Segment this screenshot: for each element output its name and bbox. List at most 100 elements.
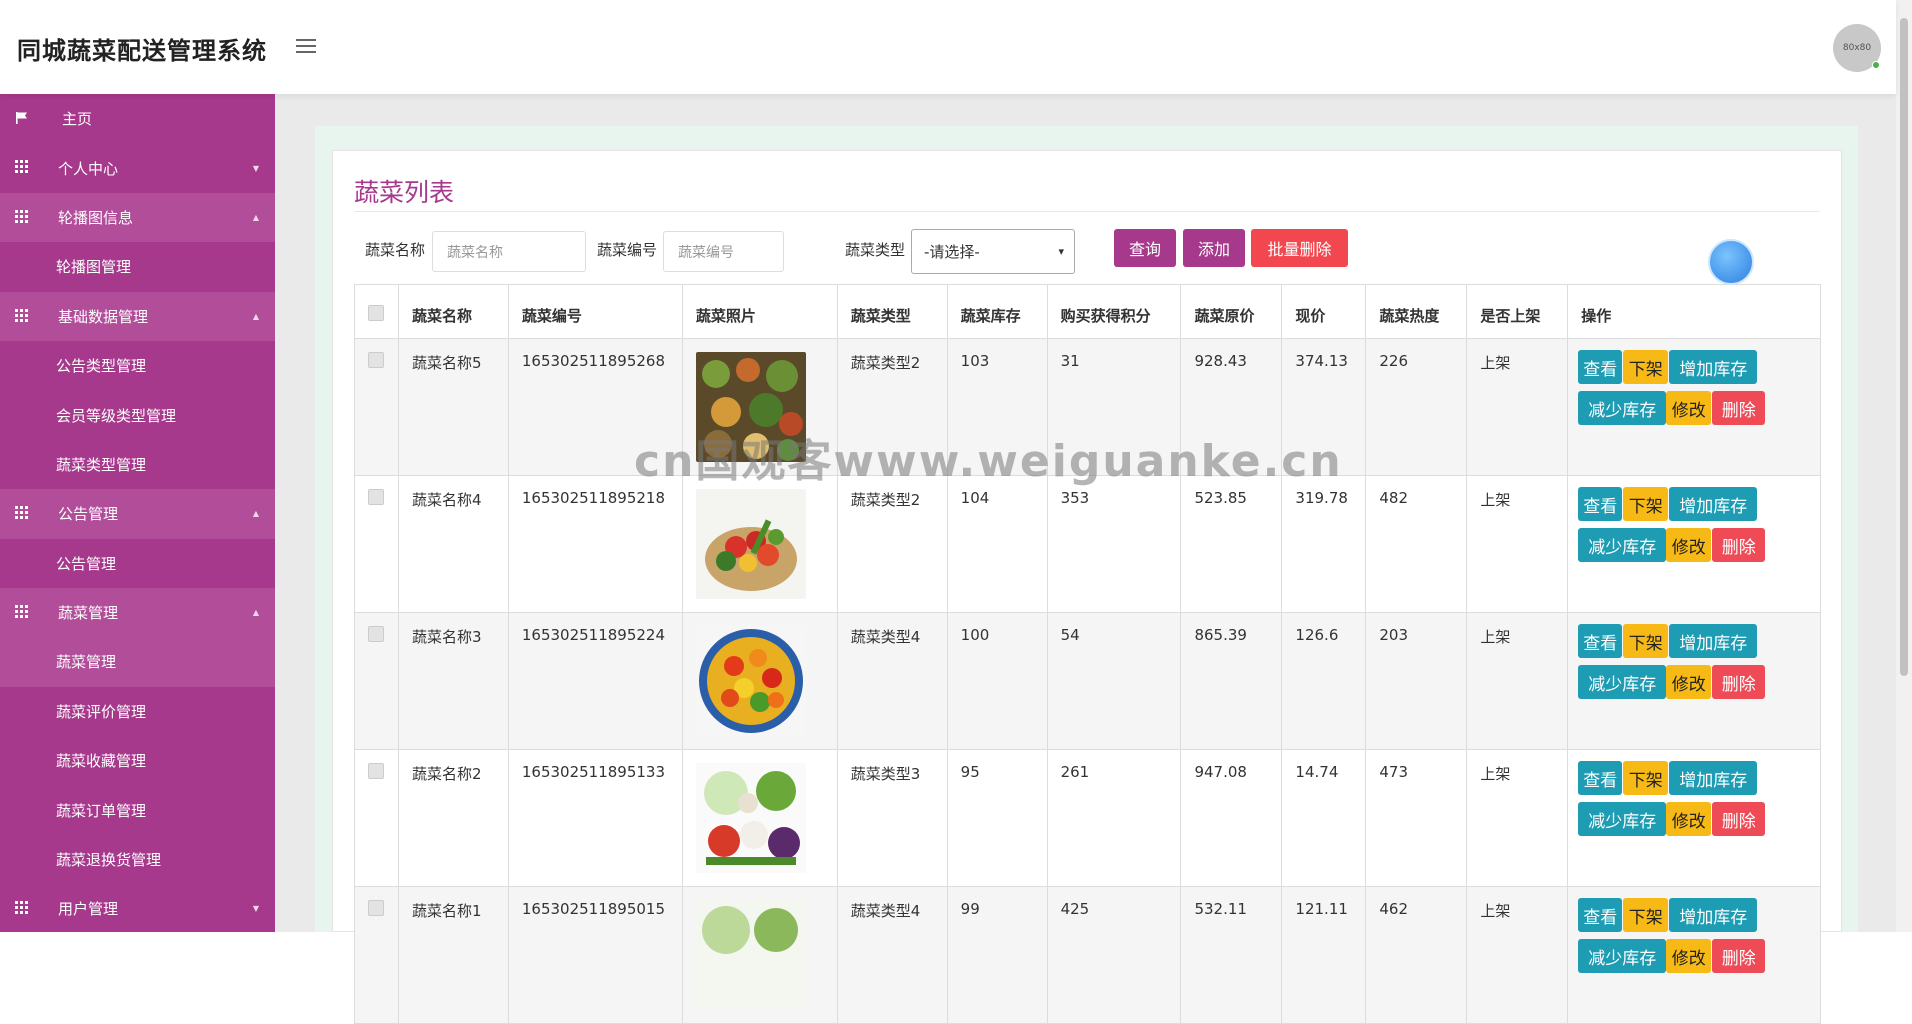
popularity: 203 — [1365, 612, 1468, 750]
avatar[interactable]: 80x80 — [1833, 24, 1881, 72]
sidebar-group-0[interactable]: 主页 — [0, 94, 275, 144]
actions-cell: 查看 下架 增加库存 减少库存 修改 删除 — [1567, 612, 1821, 750]
sidebar-item-14[interactable]: 蔬菜订单管理 — [0, 785, 275, 834]
edit-button[interactable]: 修改 — [1666, 802, 1712, 836]
page-scrollbar[interactable] — [1896, 0, 1912, 932]
menu-toggle-icon[interactable] — [296, 39, 316, 55]
peppers-bowl-photo — [695, 626, 837, 740]
sidebar-item-9[interactable]: 公告管理 — [0, 539, 275, 588]
vegetable-photo-cell — [681, 886, 838, 1024]
add-stock-button[interactable]: 增加库存 — [1669, 487, 1758, 521]
view-button[interactable]: 查看 — [1578, 487, 1623, 521]
vegetable-name: 蔬菜名称4 — [397, 475, 509, 613]
chevron-down-icon: ▾ — [1058, 245, 1064, 258]
sidebar-item-11[interactable]: 蔬菜管理 — [0, 637, 275, 687]
sidebar-group-4[interactable]: 基础数据管理 ▲ — [0, 291, 275, 341]
vegetable-name: 蔬菜名称3 — [397, 612, 509, 750]
edit-button[interactable]: 修改 — [1666, 391, 1712, 425]
vegetable-basket-photo — [695, 489, 837, 603]
sidebar-group-10[interactable]: 蔬菜管理 ▲ — [0, 587, 275, 638]
points: 54 — [1046, 612, 1182, 750]
original-price: 865.39 — [1180, 612, 1283, 750]
view-button[interactable]: 查看 — [1578, 898, 1623, 932]
row-checkbox[interactable] — [368, 489, 384, 505]
view-button[interactable]: 查看 — [1578, 624, 1623, 658]
caret-up-icon: ▲ — [252, 608, 259, 618]
sidebar-item-3[interactable]: 轮播图管理 — [0, 242, 275, 291]
vegetable-table: 蔬菜名称 蔬菜编号 蔬菜照片 蔬菜类型 蔬菜库存 购买获得积分 蔬菜原价 现价 蔬菜热度 是否上架… — [354, 284, 1821, 1024]
sidebar-group-2[interactable]: 轮播图信息 ▲ — [0, 192, 275, 243]
delete-button[interactable]: 删除 — [1712, 802, 1766, 836]
vegetable-code: 165302511895133 — [507, 749, 683, 887]
add-button[interactable]: 添加 — [1183, 229, 1245, 267]
sidebar-group-16[interactable]: 用户管理 ▼ — [0, 884, 275, 932]
add-stock-button[interactable]: 增加库存 — [1669, 761, 1758, 795]
reduce-stock-button[interactable]: 减少库存 — [1578, 391, 1667, 425]
original-price: 928.43 — [1180, 338, 1283, 476]
delete-button[interactable]: 删除 — [1712, 391, 1766, 425]
edit-button[interactable]: 修改 — [1666, 939, 1712, 973]
off-shelf-button[interactable]: 下架 — [1623, 761, 1669, 795]
off-shelf-button[interactable]: 下架 — [1623, 350, 1669, 384]
caret-down-icon: ▼ — [252, 163, 259, 173]
sidebar-item-15[interactable]: 蔬菜退换货管理 — [0, 835, 275, 884]
grid-icon — [15, 160, 29, 174]
sidebar-item-6[interactable]: 会员等级类型管理 — [0, 390, 275, 439]
row-select-cell[interactable] — [354, 612, 399, 750]
reduce-stock-button[interactable]: 减少库存 — [1578, 665, 1667, 699]
scrollbar-thumb[interactable] — [1900, 18, 1908, 676]
edit-button[interactable]: 修改 — [1666, 665, 1712, 699]
search-code-input[interactable]: 蔬菜编号 — [663, 231, 784, 272]
reduce-stock-button[interactable]: 减少库存 — [1578, 528, 1667, 562]
column-header: 是否上架 — [1466, 284, 1569, 339]
reduce-stock-button[interactable]: 减少库存 — [1578, 802, 1667, 836]
sidebar-group-1[interactable]: 个人中心 ▼ — [0, 143, 275, 192]
search-type-select[interactable]: -请选择- ▾ — [911, 229, 1075, 274]
table-row: 蔬菜名称1 165302511895015 蔬菜类型4 99 425 532.11 121.… — [354, 886, 1821, 1024]
off-shelf-button[interactable]: 下架 — [1623, 487, 1669, 521]
table-row: 蔬菜名称4 165302511895218 蔬菜类型2 104 353 523.85 319… — [354, 475, 1821, 613]
row-select-cell[interactable] — [354, 749, 399, 887]
actions-cell: 查看 下架 增加库存 减少库存 修改 删除 — [1567, 475, 1821, 613]
view-button[interactable]: 查看 — [1578, 761, 1623, 795]
sidebar-item-7[interactable]: 蔬菜类型管理 — [0, 440, 275, 489]
search-name-input[interactable]: 蔬菜名称 — [432, 231, 586, 272]
vegetable-photo-cell — [681, 475, 838, 613]
sidebar-item-12[interactable]: 蔬菜评价管理 — [0, 687, 275, 736]
actions-cell: 查看 下架 增加库存 减少库存 修改 删除 — [1567, 338, 1821, 476]
search-name-label: 蔬菜名称 — [365, 241, 426, 259]
row-select-cell[interactable] — [354, 338, 399, 476]
online-status-dot — [1872, 61, 1880, 69]
row-checkbox[interactable] — [368, 763, 384, 779]
floating-widget-icon[interactable] — [1708, 239, 1754, 285]
edit-button[interactable]: 修改 — [1666, 528, 1712, 562]
query-button[interactable]: 查询 — [1114, 229, 1176, 267]
reduce-stock-button[interactable]: 减少库存 — [1578, 939, 1667, 973]
vegetable-type: 蔬菜类型4 — [836, 612, 948, 750]
off-shelf-button[interactable]: 下架 — [1623, 624, 1669, 658]
add-stock-button[interactable]: 增加库存 — [1669, 624, 1758, 658]
original-price: 523.85 — [1180, 475, 1283, 613]
add-stock-button[interactable]: 增加库存 — [1669, 898, 1758, 932]
batch-delete-button[interactable]: 批量删除 — [1251, 229, 1348, 267]
row-checkbox[interactable] — [368, 626, 384, 642]
add-stock-button[interactable]: 增加库存 — [1669, 350, 1758, 384]
sidebar-item-5[interactable]: 公告类型管理 — [0, 341, 275, 390]
row-select-cell[interactable] — [354, 886, 399, 1024]
row-select-cell[interactable] — [354, 475, 399, 613]
vegetable-code: 165302511895224 — [507, 612, 683, 750]
table-row: 蔬菜名称5 165302511895268 蔬菜类型2 103 31 928.43 374.… — [354, 338, 1821, 476]
off-shelf-button[interactable]: 下架 — [1623, 898, 1669, 932]
view-button[interactable]: 查看 — [1578, 350, 1623, 384]
sidebar-group-8[interactable]: 公告管理 ▲ — [0, 489, 275, 539]
delete-button[interactable]: 删除 — [1712, 528, 1766, 562]
row-checkbox[interactable] — [368, 900, 384, 916]
search-type-selected: -请选择- — [924, 243, 980, 261]
caret-up-icon: ▲ — [252, 212, 259, 222]
select-all-header[interactable] — [354, 284, 399, 339]
row-checkbox[interactable] — [368, 352, 384, 368]
sidebar-item-13[interactable]: 蔬菜收藏管理 — [0, 736, 275, 785]
select-all-checkbox[interactable] — [368, 305, 384, 321]
delete-button[interactable]: 删除 — [1712, 665, 1766, 699]
delete-button[interactable]: 删除 — [1712, 939, 1766, 973]
